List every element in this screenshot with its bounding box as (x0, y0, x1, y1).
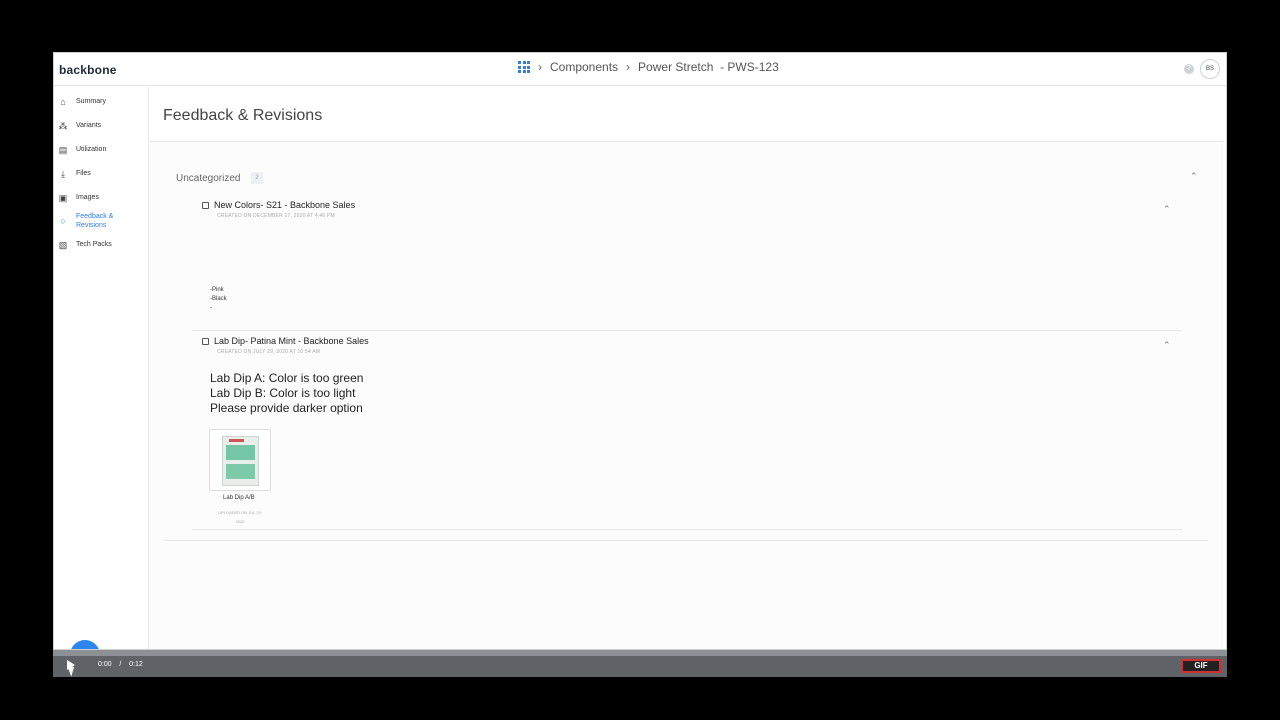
attachment-thumbnail[interactable] (209, 429, 271, 491)
divider (192, 529, 1182, 530)
image-icon: ▣ (58, 193, 68, 203)
feedback-body: -Pink -Black - (210, 286, 227, 313)
main-content: Feedback & Revisions Uncategorized 2 ⌃ N… (150, 87, 1226, 649)
current-time: 0:00 (98, 661, 112, 668)
collapse-item-icon[interactable]: ⌃ (1163, 204, 1171, 215)
breadcrumb: › Components › Power Stretch - PWS-123 (518, 60, 779, 74)
feedback-checkbox[interactable] (202, 201, 209, 209)
attachment-label: Lab Dip A/B (223, 495, 255, 501)
feedback-title[interactable]: New Colors- S21 - Backbone Sales (214, 200, 355, 210)
document-icon: ▧ (58, 240, 68, 250)
feedback-item: New Colors- S21 - Backbone Sales CREATED… (202, 200, 355, 219)
apps-grid-icon[interactable] (518, 61, 530, 73)
upload-date-line: UPLOADED ON JUL 29, (218, 510, 262, 515)
sidebar-item-label: Summary (76, 98, 106, 105)
sidebar-item-tech-packs[interactable]: ▧ Tech Packs (58, 240, 118, 250)
sidebar-item-variants[interactable]: ⁂ Variants (58, 121, 118, 131)
sidebar-item-label: Images (76, 194, 99, 201)
download-icon: ⤓ (61, 169, 65, 179)
attachment-upload-date: UPLOADED ON JUL 29, 2020 (210, 508, 270, 526)
app-window: backbone › Components › Power Stretch - … (53, 52, 1227, 650)
lab-dip-image (222, 436, 259, 486)
sidebar-item-label: Feedback & Revisions (76, 213, 114, 229)
progress-bar[interactable] (53, 650, 1227, 656)
count-badge: 2 (251, 172, 263, 184)
sidebar: ⌂ Summary ⁂ Variants ▤ Utilization ⤓ Fil… (54, 87, 149, 649)
duration: 0:12 (129, 661, 143, 668)
gif-button[interactable]: GIF (1181, 659, 1221, 673)
time-separator: / (119, 661, 122, 668)
chevron-right-icon: › (626, 60, 631, 74)
feedback-item: Lab Dip- Patina Mint - Backbone Sales CR… (202, 336, 369, 355)
chevron-right-icon: › (538, 60, 542, 74)
upload-date-line: 2020 (235, 519, 245, 524)
feedback-line: -Pink (210, 287, 224, 293)
breadcrumb-components[interactable]: Components (550, 60, 618, 74)
feedback-line: Lab Dip B: Color is too light (210, 386, 356, 400)
video-player-bar: 0:00 / 0:12 GIF (53, 650, 1227, 677)
collapse-section-icon[interactable]: ⌃ (1190, 171, 1198, 182)
feedback-created-date: CREATED ON DECEMBER 17, 2020 AT 4:46 PM (217, 213, 335, 219)
logo[interactable]: backbone (59, 63, 117, 77)
feedback-line: Lab Dip A: Color is too green (210, 371, 364, 385)
sidebar-item-label: Tech Packs (76, 241, 112, 248)
feedback-created-date: CREATED ON JULY 29, 2020 AT 10:54 AM (217, 349, 321, 355)
variants-icon: ⁂ (58, 121, 68, 131)
feedback-line: -Black (210, 296, 227, 302)
help-icon[interactable]: ? (1184, 64, 1194, 74)
time-readout: 0:00 / 0:12 (98, 661, 143, 668)
sidebar-item-label: Utilization (76, 146, 107, 153)
sidebar-item-summary[interactable]: ⌂ Summary (58, 97, 118, 107)
sidebar-item-label: Variants (76, 122, 102, 129)
collapse-item-icon[interactable]: ⌃ (1163, 340, 1171, 351)
section-uncategorized[interactable]: Uncategorized (176, 173, 240, 184)
feedback-body: Lab Dip A: Color is too green Lab Dip B:… (210, 371, 363, 416)
chat-support-button[interactable] (70, 640, 100, 649)
utilization-icon: ▤ (58, 145, 68, 155)
chat-icon: ○ (60, 216, 66, 226)
feedback-title[interactable]: Lab Dip- Patina Mint - Backbone Sales (214, 336, 369, 346)
sidebar-item-utilization[interactable]: ▤ Utilization (58, 145, 118, 155)
sidebar-item-files[interactable]: ⤓ Files (58, 169, 118, 179)
page-title: Feedback & Revisions (163, 107, 323, 124)
avatar[interactable]: BS (1200, 59, 1220, 79)
top-bar: backbone › Components › Power Stretch - … (54, 53, 1226, 86)
sidebar-item-feedback[interactable]: ○ Feedback & Revisions (58, 212, 118, 230)
divider (192, 330, 1182, 331)
sidebar-item-label: Files (76, 170, 91, 177)
feedback-line: - (210, 305, 212, 311)
divider (164, 540, 1208, 541)
home-icon: ⌂ (60, 97, 66, 107)
feedback-checkbox[interactable] (202, 337, 209, 345)
breadcrumb-current: Power Stretch - PWS-123 (638, 60, 779, 74)
feedback-line: Please provide darker option (210, 401, 363, 415)
sidebar-item-images[interactable]: ▣ Images (58, 193, 118, 203)
